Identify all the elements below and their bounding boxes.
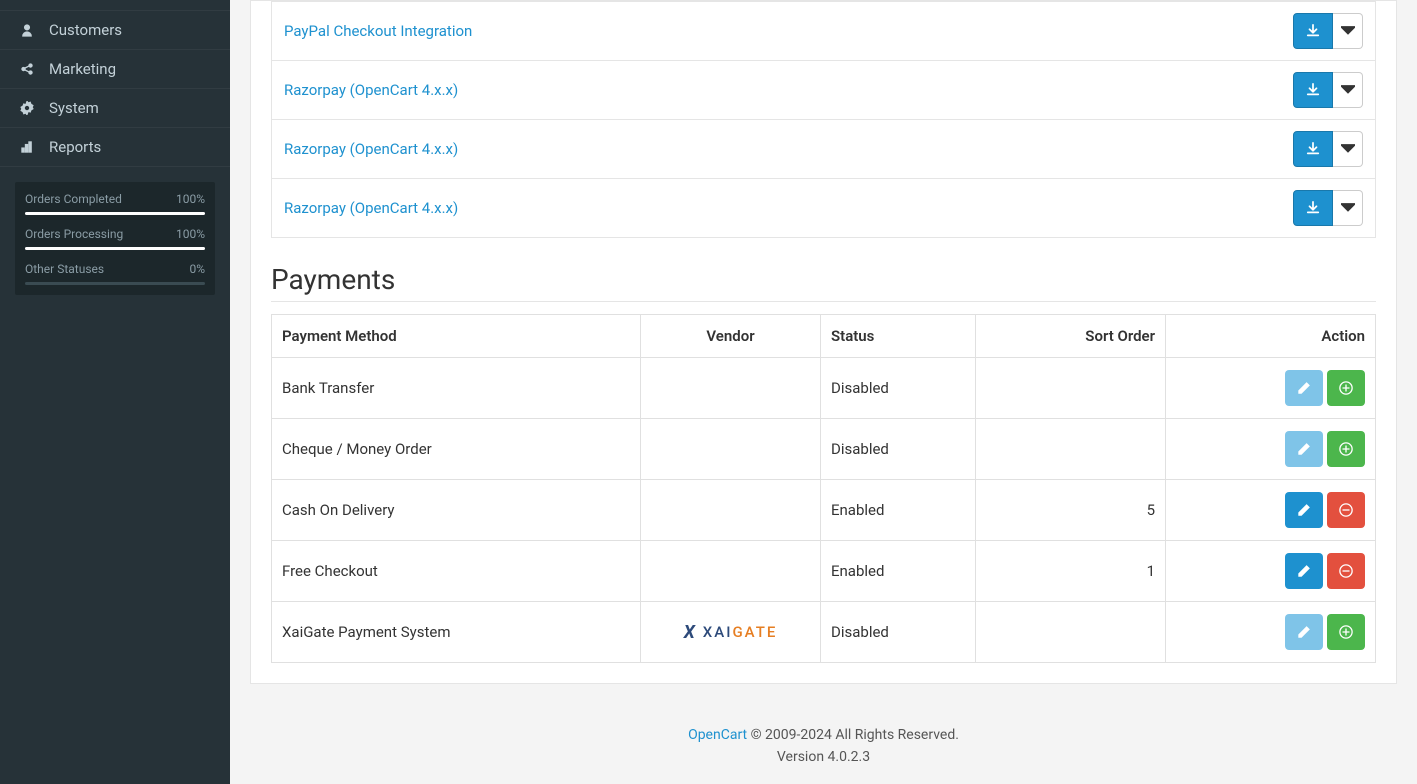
- extension-row: Razorpay (OpenCart 4.x.x): [272, 179, 1376, 238]
- dropdown-toggle[interactable]: [1333, 72, 1363, 108]
- cell-method: Cheque / Money Order: [272, 419, 641, 480]
- extension-link[interactable]: Razorpay (OpenCart 4.x.x): [284, 81, 458, 99]
- col-sort-order: Sort Order: [976, 315, 1166, 358]
- cell-vendor: [641, 480, 821, 541]
- cell-status: Enabled: [821, 541, 976, 602]
- payment-row: Bank Transfer Disabled: [272, 358, 1376, 419]
- payment-row: Cheque / Money Order Disabled: [272, 419, 1376, 480]
- cell-method: Bank Transfer: [272, 358, 641, 419]
- cell-action: [1166, 602, 1376, 663]
- cell-method: Cash On Delivery: [272, 480, 641, 541]
- dropdown-toggle[interactable]: [1333, 190, 1363, 226]
- main-content: PayPal Checkout Integration Razorpay (Ope…: [230, 0, 1417, 784]
- footer-version: Version 4.0.2.3: [250, 746, 1397, 768]
- cell-vendor: [641, 419, 821, 480]
- stat-orders-processing: Orders Processing 100%: [25, 227, 205, 250]
- cell-sort: [976, 602, 1166, 663]
- nav-item-system[interactable]: System: [0, 89, 230, 128]
- download-button[interactable]: [1293, 190, 1333, 226]
- cell-method: XaiGate Payment System: [272, 602, 641, 663]
- payments-heading: Payments: [271, 263, 1376, 302]
- bar-chart-icon: [15, 140, 39, 154]
- footer-rights: © 2009-2024 All Rights Reserved.: [747, 727, 959, 743]
- extension-row: Razorpay (OpenCart 4.x.x): [272, 120, 1376, 179]
- nav-item-marketing[interactable]: Marketing: [0, 50, 230, 89]
- cell-action: [1166, 358, 1376, 419]
- install-button[interactable]: [1327, 370, 1365, 406]
- dropdown-toggle[interactable]: [1333, 13, 1363, 49]
- cell-status: Disabled: [821, 602, 976, 663]
- cell-status: Disabled: [821, 419, 976, 480]
- nav-label: Marketing: [49, 60, 215, 78]
- col-vendor: Vendor: [641, 315, 821, 358]
- cell-sort: [976, 358, 1166, 419]
- col-payment-method: Payment Method: [272, 315, 641, 358]
- stat-orders-completed: Orders Completed 100%: [25, 192, 205, 215]
- cell-sort: [976, 419, 1166, 480]
- stat-value: 0%: [189, 262, 205, 276]
- edit-button[interactable]: [1285, 553, 1323, 589]
- extension-link[interactable]: Razorpay (OpenCart 4.x.x): [284, 199, 458, 217]
- download-button[interactable]: [1293, 72, 1333, 108]
- extension-link[interactable]: PayPal Checkout Integration: [284, 22, 472, 40]
- col-action: Action: [1166, 315, 1376, 358]
- nav-label: System: [49, 99, 215, 117]
- sidebar: Customers Marketing System: [0, 0, 230, 784]
- cell-method: Free Checkout: [272, 541, 641, 602]
- install-button[interactable]: [1327, 614, 1365, 650]
- nav-item-customers[interactable]: Customers: [0, 11, 230, 50]
- cell-sort: 1: [976, 541, 1166, 602]
- vendor-logo-xaigate: XXAIGATE: [684, 622, 778, 643]
- stats-box: Orders Completed 100% Orders Processing …: [15, 182, 215, 295]
- uninstall-button[interactable]: [1327, 553, 1365, 589]
- cell-sort: 5: [976, 480, 1166, 541]
- cell-status: Disabled: [821, 358, 976, 419]
- cell-vendor: [641, 541, 821, 602]
- install-button[interactable]: [1327, 431, 1365, 467]
- download-button[interactable]: [1293, 13, 1333, 49]
- extension-row: PayPal Checkout Integration: [272, 2, 1376, 61]
- cell-action: [1166, 480, 1376, 541]
- footer-brand-link[interactable]: OpenCart: [688, 727, 747, 743]
- footer: OpenCart © 2009-2024 All Rights Reserved…: [250, 704, 1397, 784]
- edit-button[interactable]: [1285, 614, 1323, 650]
- col-status: Status: [821, 315, 976, 358]
- nav-item-reports[interactable]: Reports: [0, 128, 230, 167]
- stat-label: Orders Completed: [25, 192, 122, 206]
- stat-value: 100%: [176, 192, 205, 206]
- payment-row: XaiGate Payment System XXAIGATE Disabled: [272, 602, 1376, 663]
- payment-row: Cash On Delivery Enabled5: [272, 480, 1376, 541]
- share-icon: [15, 62, 39, 76]
- edit-button[interactable]: [1285, 431, 1323, 467]
- stat-value: 100%: [176, 227, 205, 241]
- edit-button[interactable]: [1285, 370, 1323, 406]
- payments-table: Payment Method Vendor Status Sort Order …: [271, 314, 1376, 663]
- payment-row: Free Checkout Enabled1: [272, 541, 1376, 602]
- stat-other-statuses: Other Statuses 0%: [25, 262, 205, 285]
- edit-button[interactable]: [1285, 492, 1323, 528]
- cell-vendor: [641, 358, 821, 419]
- nav-label: Reports: [49, 138, 215, 156]
- gear-icon: [15, 101, 39, 115]
- stat-label: Orders Processing: [25, 227, 123, 241]
- extensions-table: PayPal Checkout Integration Razorpay (Ope…: [271, 1, 1376, 238]
- extension-link[interactable]: Razorpay (OpenCart 4.x.x): [284, 140, 458, 158]
- cell-action: [1166, 419, 1376, 480]
- user-icon: [15, 23, 39, 37]
- cell-status: Enabled: [821, 480, 976, 541]
- nav-label: Customers: [49, 21, 215, 39]
- stat-label: Other Statuses: [25, 262, 104, 276]
- cell-action: [1166, 541, 1376, 602]
- content-panel: PayPal Checkout Integration Razorpay (Ope…: [250, 0, 1397, 684]
- download-button[interactable]: [1293, 131, 1333, 167]
- nav-item-partial[interactable]: [0, 0, 230, 11]
- uninstall-button[interactable]: [1327, 492, 1365, 528]
- dropdown-toggle[interactable]: [1333, 131, 1363, 167]
- cell-vendor: XXAIGATE: [641, 602, 821, 663]
- extension-row: Razorpay (OpenCart 4.x.x): [272, 61, 1376, 120]
